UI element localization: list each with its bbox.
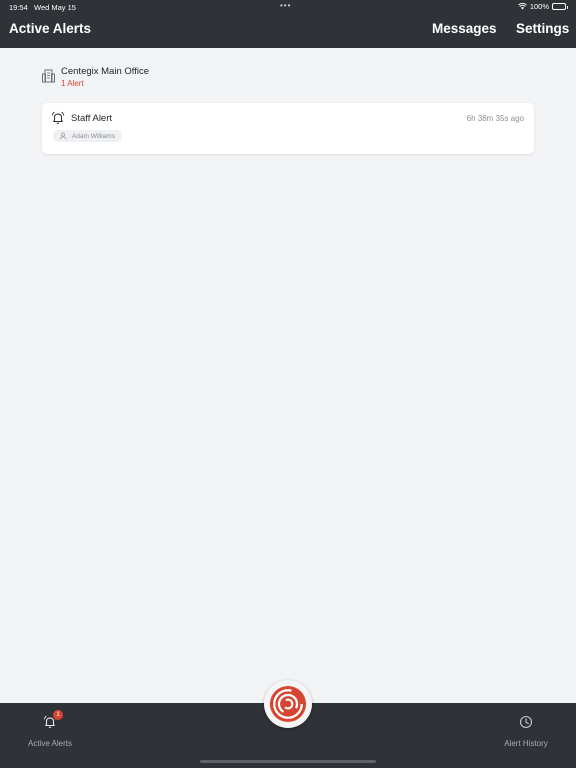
status-date: Wed May 15 [34,3,76,12]
multitasking-dots-icon[interactable]: ••• [280,1,291,10]
messages-link[interactable]: Messages [432,21,497,36]
top-bar: 19:54 Wed May 15 ••• 100% Active Alerts … [0,0,576,48]
alert-elapsed-time: 6h 38m 35s ago [466,114,524,123]
status-right: 100% [518,2,568,11]
settings-link[interactable]: Settings [516,21,569,36]
app-root: 19:54 Wed May 15 ••• 100% Active Alerts … [0,0,576,768]
home-indicator[interactable] [200,760,376,763]
bell-ringing-icon [51,111,65,124]
battery-percent: 100% [529,2,549,11]
clock-history-icon [519,715,533,729]
status-time: 19:54 [9,3,28,12]
tab-active-alerts[interactable]: 1 Active Alerts [10,710,90,748]
location-group-header: Centegix Main Office 1 Alert [42,64,342,92]
emergency-alert-button[interactable] [264,680,312,728]
building-icon [42,69,55,83]
centegix-logo-icon [269,685,307,723]
tab-alert-history[interactable]: Alert History [486,713,566,748]
alert-type: Staff Alert [71,113,113,124]
alert-person-chip: Adam Williams [53,130,122,142]
alert-card[interactable]: Staff Alert 6h 38m 35s ago Adam Williams [42,103,534,154]
tab-label-active-alerts: Active Alerts [27,739,72,748]
alert-person-name: Adam Williams [72,132,115,140]
wifi-icon [518,3,527,10]
tab-label-alert-history: Alert History [504,739,548,748]
person-icon [59,132,67,140]
page-title: Active Alerts [9,21,92,36]
location-alert-count: 1 Alert [61,79,84,88]
active-alerts-badge: 1 [53,710,63,720]
battery-icon [552,3,568,10]
status-bar: 19:54 Wed May 15 ••• 100% [0,0,576,14]
location-name: Centegix Main Office [61,66,150,77]
